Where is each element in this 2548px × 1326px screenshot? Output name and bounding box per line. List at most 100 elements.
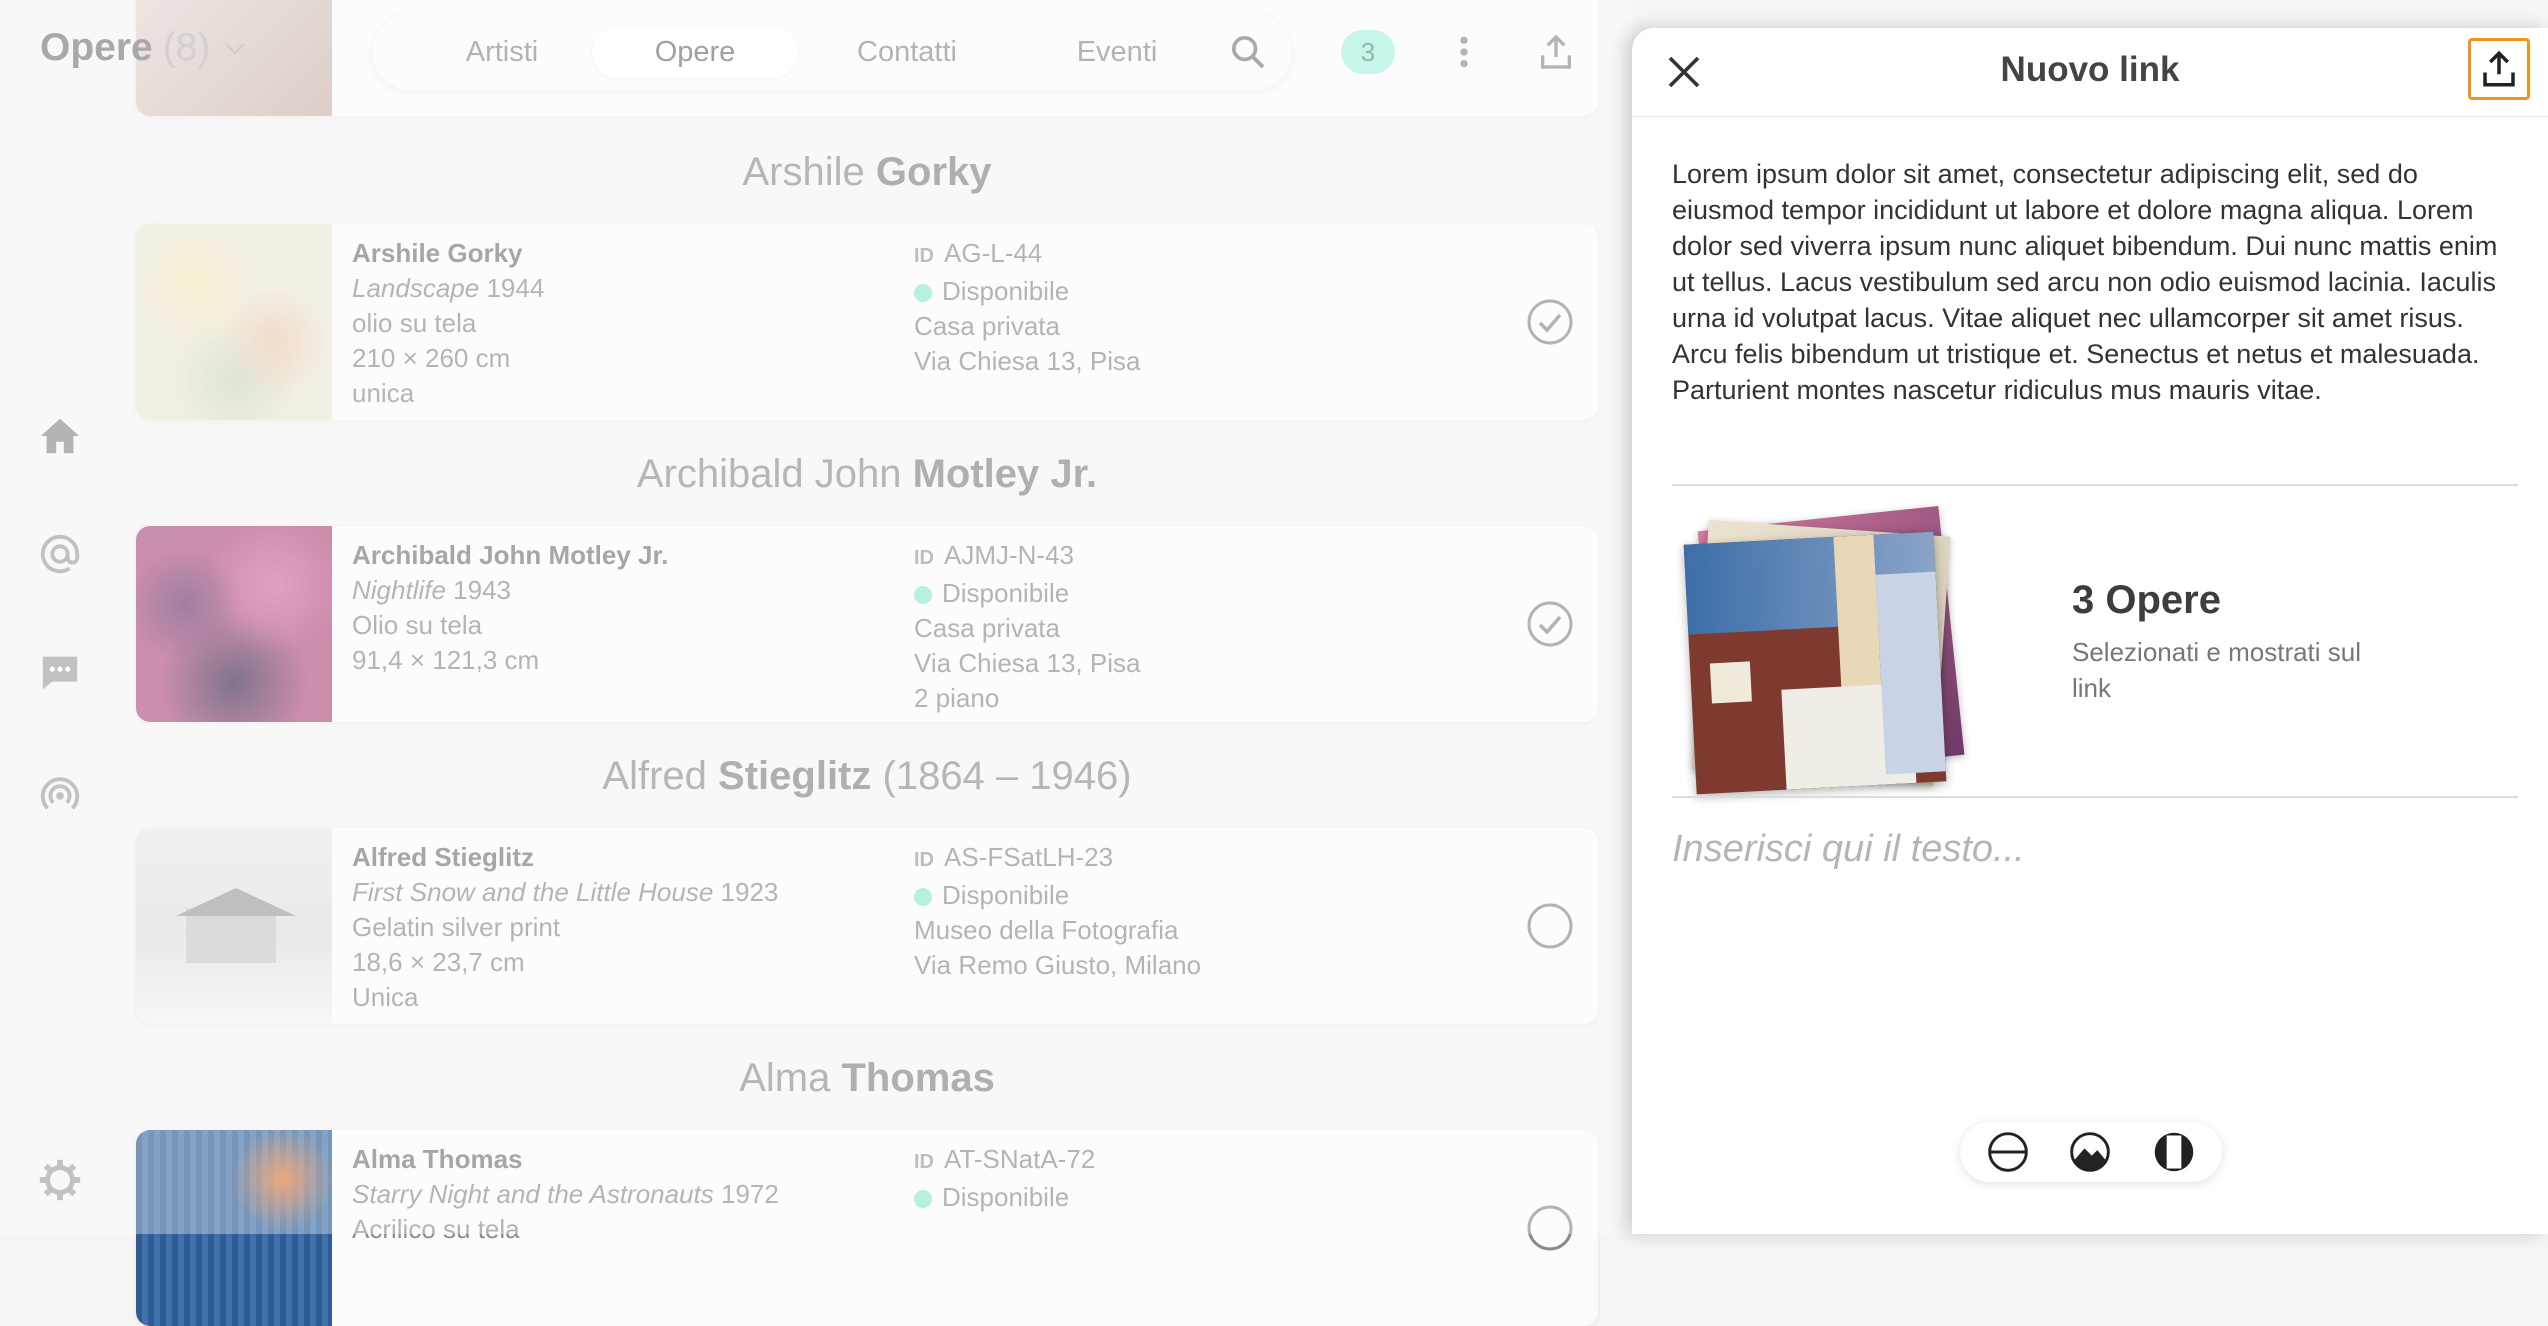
artwork-size: 18,6 × 23,7 cm — [352, 947, 525, 977]
selected-check-icon[interactable] — [1526, 298, 1574, 346]
artwork-thumbnail — [136, 224, 332, 420]
share-icon[interactable] — [1532, 28, 1580, 76]
selected-artworks-stack[interactable] — [1683, 506, 1984, 808]
no-media-icon[interactable] — [1986, 1130, 2030, 1174]
video-icon[interactable] — [2152, 1130, 2196, 1174]
left-rail — [0, 0, 120, 1234]
stack-count-title: 3 Opere — [2072, 578, 2221, 622]
id-label: ID — [914, 547, 934, 569]
heading-dates: (1864 – 1946) — [882, 754, 1132, 798]
status-text: Disponibile — [942, 276, 1070, 306]
list-item[interactable]: Alfred Stieglitz First Snow and the Litt… — [136, 828, 1598, 1024]
heading-first-name: Alma — [739, 1056, 831, 1100]
share-button[interactable] — [2468, 38, 2530, 100]
list-title[interactable]: Opere (8) — [40, 26, 250, 70]
heading-first-name: Alfred — [602, 754, 707, 798]
image-icon[interactable] — [2068, 1130, 2112, 1174]
artwork-year: 1944 — [486, 273, 545, 303]
artwork-medium: Acrilico su tela — [352, 1214, 520, 1244]
heading-last-name: Thomas — [841, 1056, 995, 1100]
location-line: Casa privata — [914, 311, 1060, 341]
id-label: ID — [914, 849, 934, 871]
artwork-year: 1923 — [720, 877, 779, 907]
status-text: Disponibile — [942, 578, 1070, 608]
artwork-medium: Gelatin silver print — [352, 912, 561, 942]
heading-first-name: Archibald John — [636, 452, 902, 496]
tab-opere[interactable]: Opere — [592, 26, 798, 78]
artwork-info: Archibald John Motley Jr. Nightlife 1943… — [352, 538, 668, 678]
artist-name: Alma Thomas — [352, 1144, 523, 1174]
group-heading: Alma Thomas — [136, 1056, 1598, 1101]
artwork-info: Alfred Stieglitz First Snow and the Litt… — [352, 840, 778, 1015]
tab-contatti[interactable]: Contatti — [802, 26, 1012, 78]
artwork-meta: ID AT-SNatA-72 Disponibile — [914, 1142, 1095, 1215]
search-icon[interactable] — [1228, 32, 1268, 72]
artwork-thumbnail — [136, 526, 332, 722]
artwork-info: Alma Thomas Starry Night and the Astrona… — [352, 1142, 779, 1247]
location-line: Via Chiesa 13, Pisa — [914, 346, 1141, 376]
share-icon — [2483, 50, 2515, 87]
status-dot — [914, 586, 932, 604]
broadcast-icon[interactable] — [36, 770, 84, 818]
list-item[interactable]: Archibald John Motley Jr. Nightlife 1943… — [136, 526, 1598, 722]
artwork-id: AJMJ-N-43 — [944, 540, 1075, 570]
status-dot — [914, 888, 932, 906]
artwork-title: First Snow and the Little House — [352, 877, 714, 907]
artwork-title: Nightlife — [352, 575, 446, 605]
tab-eventi[interactable]: Eventi — [1012, 26, 1222, 78]
status-dot — [914, 284, 932, 302]
artwork-id: AT-SNatA-72 — [944, 1144, 1096, 1174]
list-item[interactable]: Alma Thomas Starry Night and the Astrona… — [136, 1130, 1598, 1326]
home-icon[interactable] — [36, 412, 84, 460]
unselected-circle-icon[interactable] — [1526, 1204, 1574, 1252]
artwork-meta: ID AJMJ-N-43 Disponibile Casa privata Via… — [914, 538, 1140, 716]
more-vertical-icon[interactable] — [1440, 28, 1488, 76]
artwork-info: Arshile Gorky Landscape 1944 olio su tel… — [352, 236, 544, 411]
list-item[interactable]: Arshile Gorky Landscape 1944 olio su tel… — [136, 224, 1598, 420]
new-link-panel: Nuovo link Lorem ipsum dolor sit amet, c… — [1632, 28, 2548, 1234]
top-navigation: Artisti Opere Contatti Eventi — [372, 14, 1292, 90]
list-count: (8) — [162, 26, 211, 69]
at-icon[interactable] — [36, 530, 84, 578]
artwork-meta: ID AS-FSatLH-23 Disponibile Museo della F… — [914, 840, 1201, 983]
media-toolbar — [1960, 1122, 2222, 1182]
artwork-id: AG-L-44 — [944, 238, 1043, 268]
selected-check-icon[interactable] — [1526, 600, 1574, 648]
location-line: Casa privata — [914, 613, 1060, 643]
artwork-card — [1683, 531, 1947, 795]
location-line: Via Remo Giusto, Milano — [914, 950, 1202, 980]
selected-count-badge[interactable]: 3 — [1341, 30, 1395, 74]
panel-header: Nuovo link — [1632, 28, 2548, 117]
tab-artisti[interactable]: Artisti — [402, 26, 602, 78]
artwork-medium: Olio su tela — [352, 610, 483, 640]
artwork-edition: unica — [352, 378, 415, 408]
heading-last-name: Stieglitz — [718, 754, 872, 798]
location-line: Museo della Fotografia — [914, 915, 1179, 945]
artwork-thumbnail — [136, 828, 332, 1024]
status-dot — [914, 1190, 932, 1208]
artwork-id: AS-FSatLH-23 — [944, 842, 1114, 872]
settings-icon[interactable] — [36, 1156, 84, 1204]
artwork-title: Landscape — [352, 273, 480, 303]
heading-last-name: Gorky — [875, 150, 992, 194]
stack-subtitle: Selezionati e mostrati sul link — [2072, 637, 2362, 703]
artwork-year: 1972 — [721, 1179, 779, 1209]
group-heading: Archibald John Motley Jr. — [136, 452, 1598, 497]
divider — [1672, 484, 2518, 486]
unselected-circle-icon[interactable] — [1526, 902, 1574, 950]
divider — [1672, 796, 2518, 798]
status-text: Disponibile — [942, 880, 1070, 910]
location-line: Via Chiesa 13, Pisa — [914, 648, 1141, 678]
group-heading: Alfred Stieglitz (1864 – 1946) — [136, 754, 1598, 799]
artwork-year: 1943 — [453, 575, 512, 605]
id-label: ID — [914, 245, 934, 267]
artwork-meta: ID AG-L-44 Disponibile Casa privata Via C… — [914, 236, 1140, 379]
artwork-medium: olio su tela — [352, 308, 477, 338]
heading-first-name: Arshile — [742, 150, 865, 194]
status-text: Disponibile — [942, 1182, 1070, 1212]
message-input[interactable] — [1672, 828, 2512, 1128]
artwork-title: Starry Night and the Astronauts — [352, 1179, 714, 1209]
artwork-thumbnail — [136, 1130, 332, 1326]
chat-icon[interactable] — [36, 648, 84, 696]
artist-name: Arshile Gorky — [352, 238, 523, 268]
